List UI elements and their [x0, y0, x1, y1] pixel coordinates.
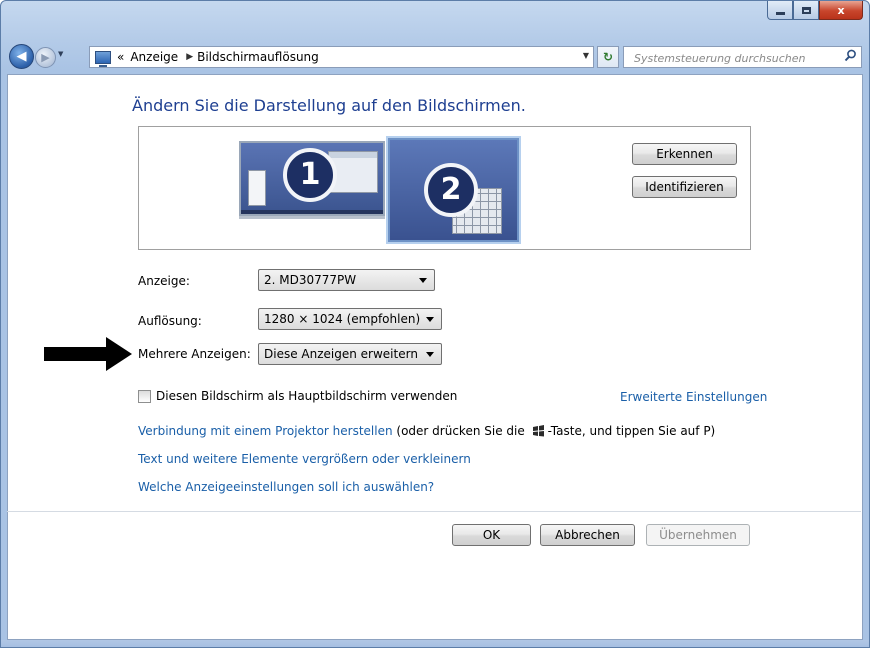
footer-separator [7, 511, 861, 512]
windows-logo-icon [532, 425, 544, 437]
breadcrumb-prefix[interactable]: « [117, 50, 124, 64]
primary-display-checkbox-row[interactable]: Diesen Bildschirm als Hauptbildschirm ve… [138, 389, 457, 403]
chevron-down-icon [419, 278, 427, 283]
forward-button[interactable]: ▶ [35, 47, 56, 68]
navigation-bar: ◀ ▶ ▼ « Anzeige ▶ Bildschirmauflösung ▼ … [1, 43, 869, 71]
resolution-select-value: 1280 × 1024 (empfohlen) [264, 312, 421, 326]
primary-display-checkbox-label[interactable]: Diesen Bildschirm als Hauptbildschirm ve… [156, 389, 457, 403]
ok-button[interactable]: OK [452, 524, 531, 546]
address-bar[interactable]: « Anzeige ▶ Bildschirmauflösung ▼ [89, 46, 594, 68]
search-input[interactable] [632, 48, 836, 68]
refresh-icon: ↻ [602, 50, 614, 64]
projector-link[interactable]: Verbindung mit einem Projektor herstelle… [138, 424, 393, 438]
multiple-displays-label: Mehrere Anzeigen: [138, 347, 251, 361]
apply-button[interactable]: Übernehmen [646, 524, 750, 546]
caption-buttons: x [767, 1, 863, 20]
cancel-button[interactable]: Abbrechen [540, 524, 635, 546]
control-panel-icon [95, 50, 111, 67]
display-select-value: 2. MD30777PW [264, 273, 357, 287]
refresh-button[interactable]: ↻ [597, 46, 619, 68]
chevron-down-icon [426, 317, 434, 322]
multiple-displays-select[interactable]: Diese Anzeigen erweitern [258, 343, 442, 365]
recent-pages-dropdown[interactable]: ▼ [58, 50, 63, 58]
chevron-down-icon [426, 352, 434, 357]
back-arrow-icon: ◀ [16, 49, 27, 64]
projector-hint-line: Verbindung mit einem Projektor herstelle… [138, 424, 715, 438]
resolution-label: Auflösung: [138, 314, 202, 328]
primary-display-checkbox[interactable] [138, 389, 151, 403]
address-dropdown-icon[interactable]: ▼ [583, 51, 589, 60]
monitor-1-list-thumbnail [248, 170, 266, 206]
breadcrumb-bildschirmaufloesung[interactable]: Bildschirmauflösung [197, 50, 319, 64]
pointer-arrow-annotation-icon [44, 337, 132, 371]
display-select[interactable]: 2. MD30777PW [258, 269, 435, 291]
resolution-select[interactable]: 1280 × 1024 (empfohlen) [258, 308, 442, 330]
close-button[interactable]: x [819, 1, 863, 20]
multiple-displays-select-value: Diese Anzeigen erweitern [264, 347, 418, 361]
monitor-1-taskbar [241, 210, 383, 214]
projector-hint-before: (oder drücken Sie die [392, 424, 525, 438]
monitor-1-number-badge: 1 [283, 148, 337, 202]
minimize-button[interactable] [767, 1, 793, 20]
breadcrumb-anzeige[interactable]: Anzeige [130, 50, 178, 64]
page-heading: Ändern Sie die Darstellung auf den Bilds… [132, 96, 526, 115]
forward-arrow-icon: ▶ [41, 51, 50, 64]
detect-button[interactable]: Erkennen [632, 143, 737, 165]
monitor-2-number-badge: 2 [424, 163, 478, 217]
advanced-settings-link[interactable]: Erweiterte Einstellungen [620, 390, 767, 404]
minimize-icon [775, 11, 785, 15]
breadcrumb-separator-icon[interactable]: ▶ [186, 52, 193, 62]
text-size-link[interactable]: Text und weitere Elemente vergrößern ode… [138, 452, 471, 466]
close-icon: x [837, 3, 845, 17]
display-label: Anzeige: [138, 274, 190, 288]
search-icon[interactable] [844, 49, 857, 62]
search-box [623, 46, 862, 68]
maximize-button[interactable] [793, 1, 819, 20]
back-button[interactable]: ◀ [9, 44, 34, 69]
which-settings-link[interactable]: Welche Anzeigeeinstellungen soll ich aus… [138, 480, 434, 494]
projector-hint-after: -Taste, und tippen Sie auf P) [547, 424, 716, 438]
window-bottom-border [1, 640, 869, 647]
maximize-icon [801, 6, 811, 14]
identify-button[interactable]: Identifizieren [632, 176, 737, 198]
